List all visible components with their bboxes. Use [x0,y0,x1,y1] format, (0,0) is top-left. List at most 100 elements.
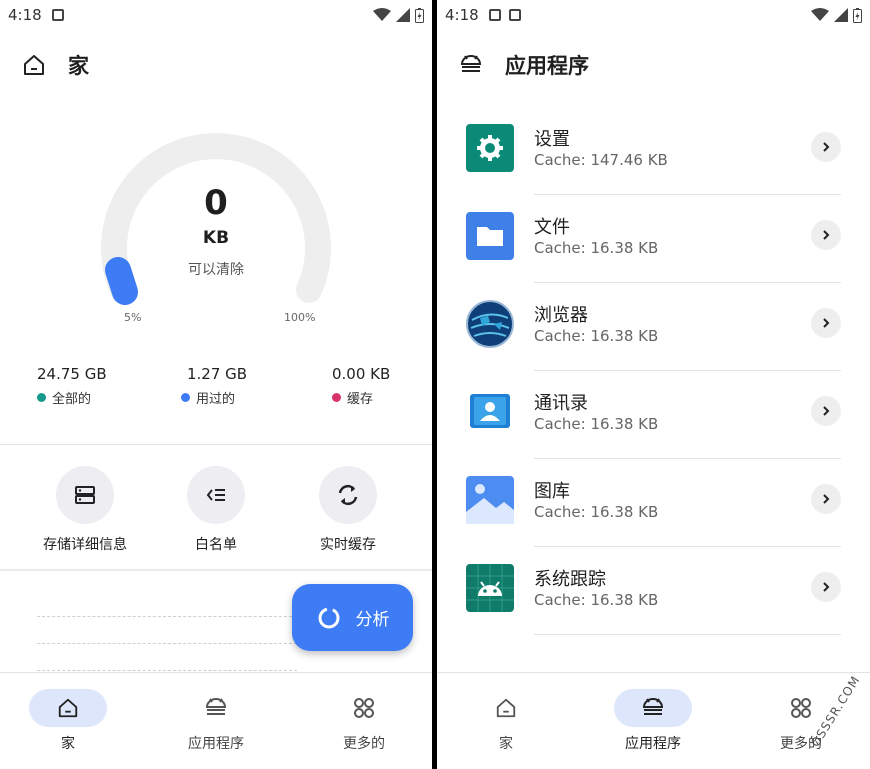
stat-value: 0.00 KB [332,365,391,383]
android-icon [460,55,482,72]
bottom-nav: 家 应用程序 更多的 [0,672,432,769]
chevron-right-icon[interactable] [811,484,841,514]
chevron-right-icon[interactable] [811,220,841,250]
android-icon [205,698,227,715]
stat-value: 24.75 GB [37,365,107,383]
wifi-icon [811,8,829,21]
home-icon [58,698,78,718]
storage-icon [75,486,95,504]
gauge-max-label: 100% [284,311,316,324]
grid-icon [791,698,811,718]
bottom-nav: 家 应用程序 更多的 [437,672,870,769]
image-notification-icon [488,9,501,21]
app-row-systrace[interactable]: 系统跟踪 Cache: 16.38 KB [437,547,870,635]
nav-label: 应用程序 [188,736,244,752]
nav-apps[interactable]: 应用程序 [156,689,276,753]
nav-label: 应用程序 [625,736,681,752]
action-label: 存储详细信息 [43,537,127,553]
android-icon [642,698,664,715]
app-cache: Cache: 16.38 KB [534,591,659,609]
chevron-right-icon[interactable] [811,572,841,602]
stat-label: 全部的 [52,392,92,407]
page-title: 家 [68,54,89,78]
nav-home[interactable]: 家 [446,689,566,753]
app-name: 文件 [534,217,570,238]
nav-indicator [177,689,255,727]
app-cache: Cache: 147.46 KB [534,151,668,169]
home-icon [24,55,44,75]
notification-icon [51,9,64,21]
systrace-app-icon [466,564,514,612]
chevron-right-icon[interactable] [811,132,841,162]
files-app-icon [466,212,514,260]
storage-details-button[interactable]: 存储详细信息 [20,466,150,554]
row-divider [534,634,841,635]
status-time: 4:18 [445,6,479,24]
app-row-contacts[interactable]: 通讯录 Cache: 16.38 KB [437,371,870,459]
gauge-min-label: 5% [124,311,142,324]
placeholder-line [37,616,297,617]
nav-apps[interactable]: 应用程序 [593,689,713,753]
gauge-subtitle: 可以清除 [188,262,244,278]
placeholder-line [37,670,297,671]
app-cache: Cache: 16.38 KB [534,327,659,345]
action-label: 白名单 [195,537,237,553]
legend-dot [181,393,190,402]
app-cache: Cache: 16.38 KB [534,415,659,433]
app-cache: Cache: 16.38 KB [534,503,659,521]
stat-used: 1.27 GB 用过的 [181,365,247,407]
nav-home[interactable]: 家 [8,689,128,753]
app-name: 通讯录 [534,393,588,414]
status-bar: 4:18 [437,0,870,30]
battery-icon [415,7,424,23]
analyze-label: 分析 [355,610,390,630]
page-title: 应用程序 [505,54,589,78]
status-icons [373,7,424,23]
legend-dot [332,393,341,402]
whitelist-icon [206,489,225,501]
analyze-button[interactable]: 分析 [292,584,413,651]
nav-label: 家 [499,736,513,752]
analyze-icon [318,607,339,628]
wifi-icon [373,8,391,21]
refresh-icon [338,484,358,506]
action-circle [319,466,377,524]
placeholder-line [37,643,297,644]
app-bar: 应用程序 [459,50,589,80]
app-row-gallery[interactable]: 图库 Cache: 16.38 KB [437,459,870,547]
chevron-right-icon[interactable] [811,396,841,426]
divider [0,569,432,571]
nav-indicator [29,689,107,727]
app-row-files[interactable]: 文件 Cache: 16.38 KB [437,195,870,283]
app-name: 系统跟踪 [534,569,606,590]
signal-icon [834,8,848,22]
storage-gauge [101,133,331,305]
settings-app-icon [466,124,514,172]
app-bar: 家 [22,50,89,80]
status-icons [811,7,862,23]
browser-app-icon [466,300,514,348]
nav-more[interactable]: 更多的 [304,689,424,753]
app-row-browser[interactable]: 浏览器 Cache: 16.38 KB [437,283,870,371]
contacts-app-icon [466,388,514,436]
status-time: 4:18 [8,6,42,24]
signal-icon [396,8,410,22]
whitelist-button[interactable]: 白名单 [151,466,281,554]
realtime-cache-button[interactable]: 实时缓存 [283,466,413,554]
app-name: 浏览器 [534,305,588,326]
action-circle [187,466,245,524]
chevron-right-icon[interactable] [811,308,841,338]
apps-screen: 4:18 应用程序 设置 Cache: 147.46 KB 文件 Cache: … [437,0,870,769]
stat-total: 24.75 GB 全部的 [37,365,107,407]
status-bar: 4:18 [0,0,432,30]
app-cache: Cache: 16.38 KB [534,239,659,257]
gallery-app-icon [466,476,514,524]
nav-label: 更多的 [780,736,822,752]
stat-label: 用过的 [196,392,236,407]
app-name: 图库 [534,481,570,502]
action-circle [56,466,114,524]
grid-icon [354,698,374,718]
app-row-settings[interactable]: 设置 Cache: 147.46 KB [437,107,870,195]
nav-label: 家 [61,736,75,752]
nav-indicator [467,689,545,727]
